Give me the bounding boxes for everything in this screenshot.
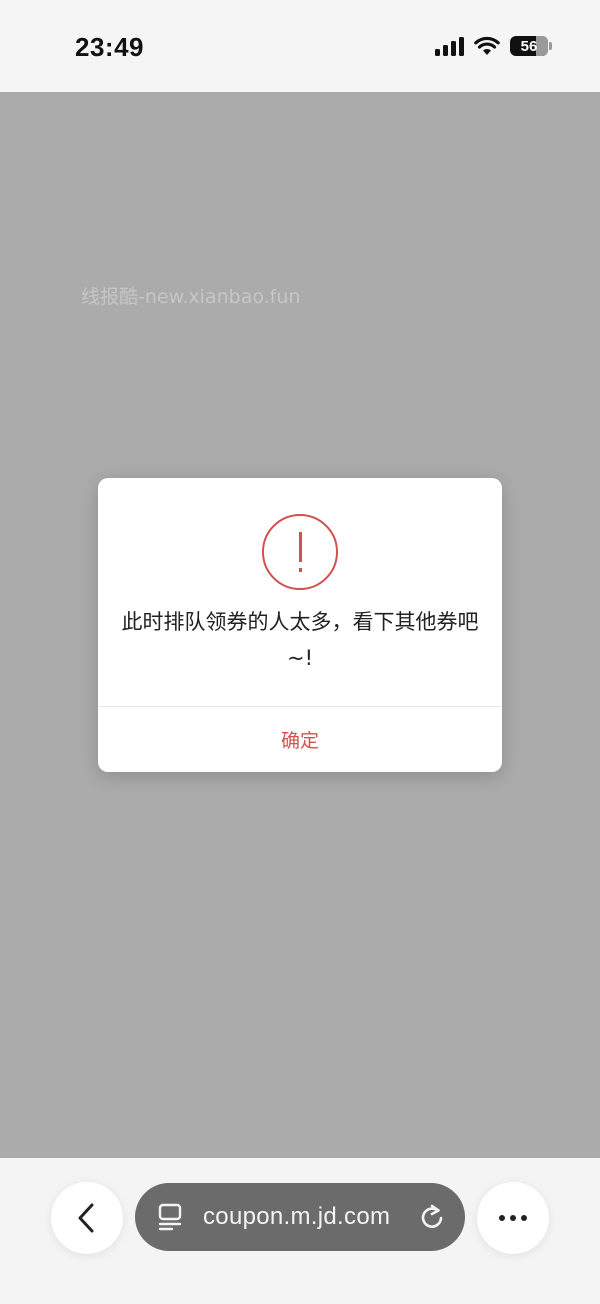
back-button[interactable] — [51, 1182, 123, 1254]
dialog-message: 此时排队领券的人太多，看下其他券吧~! — [121, 610, 479, 670]
status-bar: 23:49 56 — [0, 0, 600, 92]
battery-level: 56 — [520, 37, 538, 55]
url-text: coupon.m.jd.com — [203, 1203, 391, 1230]
more-icon-dot — [499, 1215, 505, 1221]
more-icon-dot — [521, 1215, 527, 1221]
more-icon-dot — [510, 1215, 516, 1221]
browser-bottom-bar: coupon.m.jd.com — [0, 1158, 600, 1304]
alert-dialog: 此时排队领券的人太多，看下其他券吧~! 确定 — [98, 478, 502, 772]
confirm-button[interactable]: 确定 — [98, 707, 502, 772]
signal-icon — [435, 36, 464, 56]
more-button[interactable] — [477, 1182, 549, 1254]
back-chevron-icon — [78, 1203, 94, 1233]
battery-icon: 56 — [510, 36, 552, 56]
address-bar[interactable]: coupon.m.jd.com — [135, 1183, 465, 1251]
alert-circle-icon — [262, 514, 338, 590]
reader-icon[interactable] — [157, 1203, 183, 1231]
wifi-icon — [474, 36, 500, 56]
watermark-text: 线报酷-new.xianbao.fun — [81, 286, 301, 308]
status-icons: 56 — [435, 36, 552, 56]
status-time: 23:49 — [75, 32, 144, 62]
reload-icon[interactable] — [419, 1203, 445, 1231]
